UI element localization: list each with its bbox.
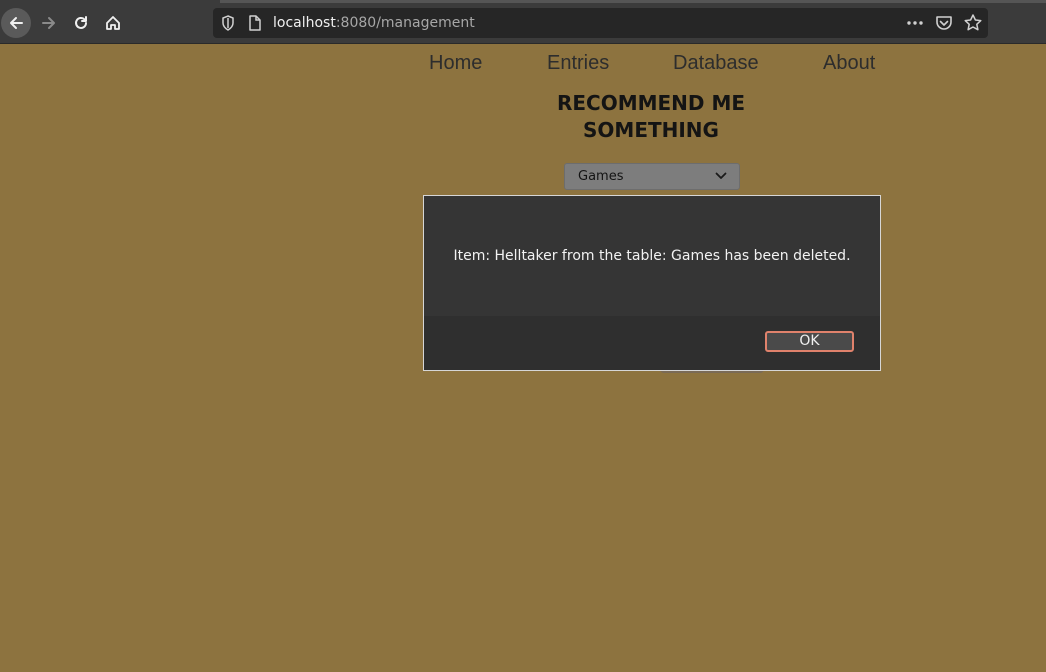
home-button[interactable] [98, 8, 128, 38]
chevron-down-icon [715, 172, 727, 179]
back-button[interactable] [1, 8, 31, 38]
dialog-footer: OK [424, 316, 880, 370]
url-text[interactable]: localhost:8080/management [273, 15, 475, 31]
category-select[interactable]: Games [564, 163, 740, 190]
forward-button[interactable] [34, 8, 64, 38]
alert-dialog: Item: Helltaker from the table: Games ha… [423, 195, 881, 371]
shield-icon[interactable] [221, 15, 235, 31]
nav-link-home[interactable]: Home [429, 52, 482, 75]
dialog-message: Item: Helltaker from the table: Games ha… [453, 248, 851, 264]
pocket-icon[interactable] [935, 14, 953, 32]
page-title-line2: SOMETHING [583, 118, 719, 142]
ok-button[interactable]: OK [765, 331, 854, 352]
page-title: RECOMMEND ME SOMETHING [500, 90, 802, 144]
url-bar[interactable]: localhost:8080/management [213, 8, 988, 38]
star-icon[interactable] [963, 13, 983, 33]
nav-link-entries[interactable]: Entries [547, 52, 609, 75]
browser-toolbar: localhost:8080/management [0, 0, 1046, 44]
reload-icon [75, 16, 87, 29]
url-path: :8080/management [335, 15, 475, 31]
arrow-left-icon [10, 17, 23, 29]
page-title-line1: RECOMMEND ME [556, 91, 746, 115]
nav-link-database[interactable]: Database [673, 52, 759, 75]
arrow-right-icon [42, 17, 55, 29]
tab-strip [220, 0, 1046, 3]
home-icon [106, 16, 120, 30]
nav-link-about[interactable]: About [823, 52, 875, 75]
more-icon[interactable] [906, 16, 924, 30]
category-select-value: Games [578, 169, 624, 184]
reload-button[interactable] [66, 8, 96, 38]
page-icon[interactable] [248, 15, 262, 31]
url-host: localhost [273, 15, 336, 31]
